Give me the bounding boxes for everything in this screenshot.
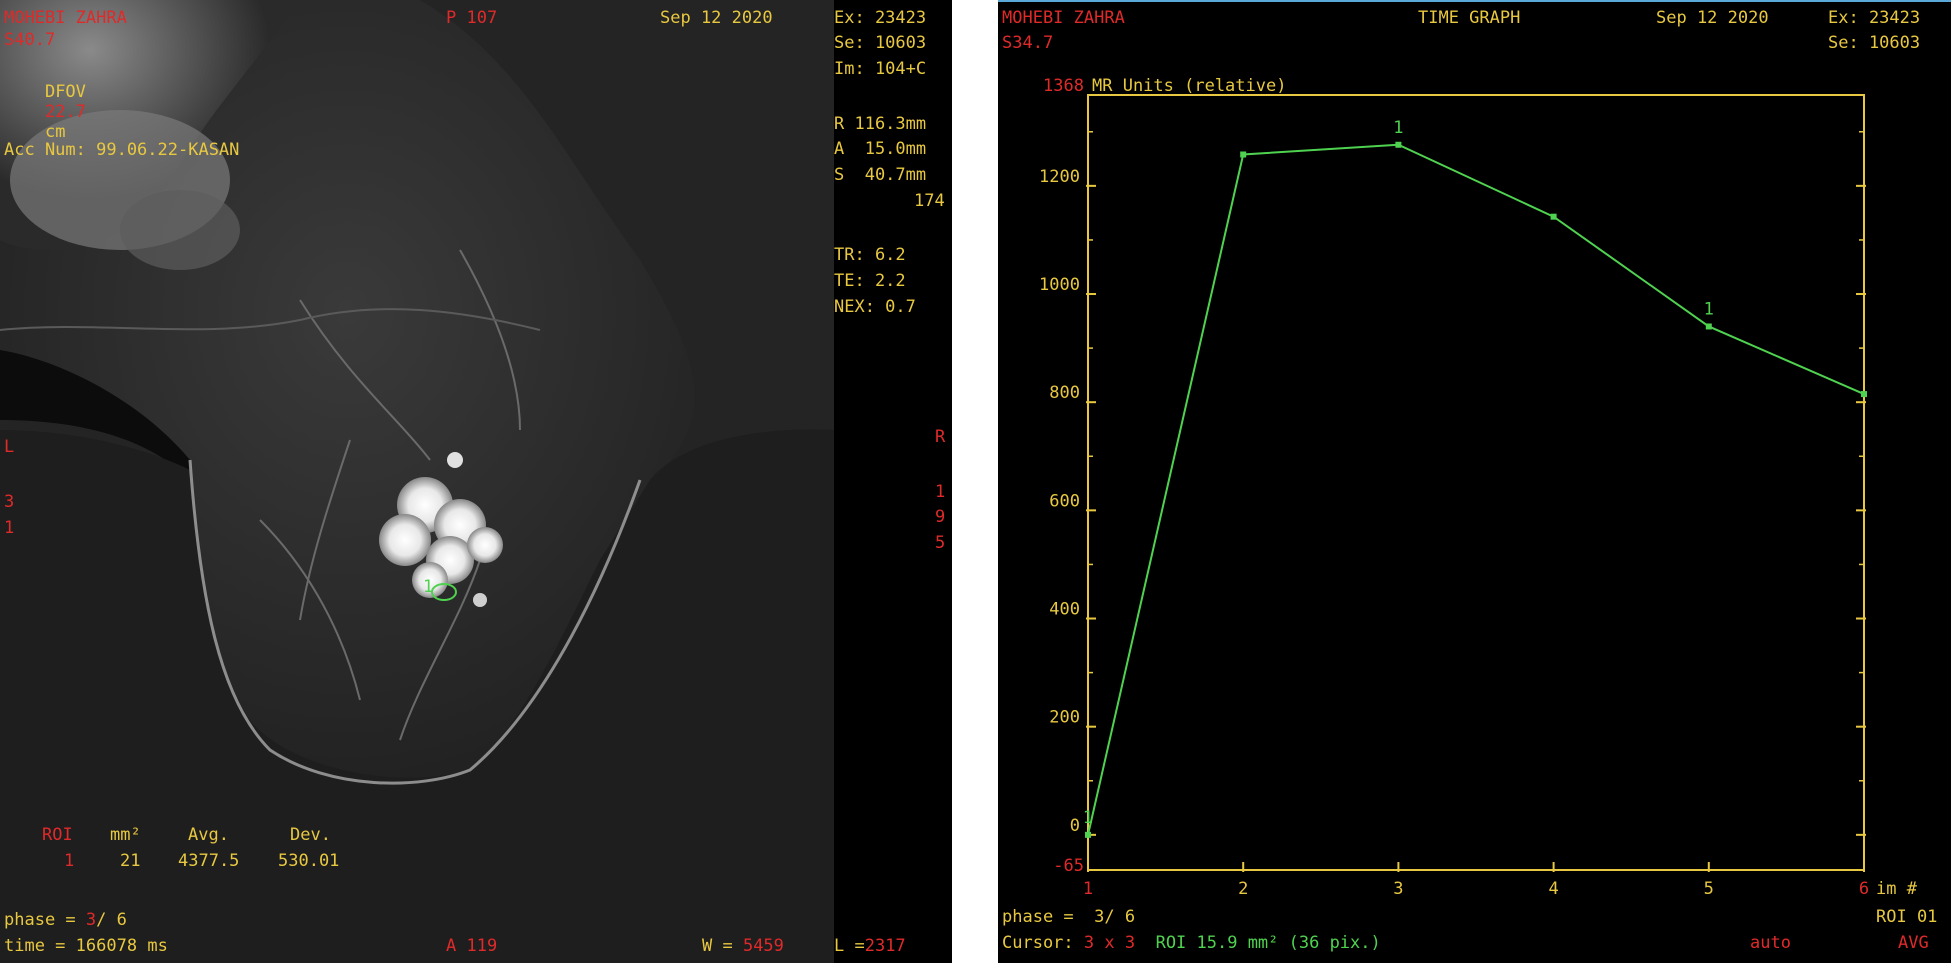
level-readout: L =2317 xyxy=(834,936,906,956)
orientation-left: L xyxy=(4,437,15,457)
data-point-6 xyxy=(1861,391,1867,398)
x-axis-label: im # xyxy=(1876,879,1918,899)
roi-header-avg: Avg. xyxy=(188,825,229,845)
roi-row-dev: 530.01 xyxy=(278,851,340,871)
time-intensity-chart[interactable]: 0 200 400 600 800 1000 1200 1 2 3 4 5 6 im # 1368 MR Un… xyxy=(998,0,1951,963)
y-min-label: -65 xyxy=(1053,856,1084,876)
graph-phase-readout: phase = 3/ 6 xyxy=(1002,907,1136,927)
y-tick-label-3: 600 xyxy=(1049,491,1080,511)
accession-number: Acc Num: 99.06.22-KASAN xyxy=(4,140,240,160)
y-tick-label-4: 800 xyxy=(1049,383,1080,403)
left-number-0: 3 xyxy=(4,492,15,512)
auto-label: auto xyxy=(1750,933,1791,953)
dfov-value: 22.7 xyxy=(44,102,86,122)
window-readout: W = 5459 xyxy=(702,936,784,956)
bottom-a-position: A 119 xyxy=(446,936,498,956)
cursor-label: Cursor: xyxy=(1002,933,1074,953)
roi-row-area: 21 xyxy=(120,851,141,871)
phase-label: phase = xyxy=(4,910,86,930)
time-label: time = xyxy=(4,936,76,956)
s-position: S 40.7mm xyxy=(834,165,927,185)
time-graph-panel: MOHEBI ZAHRA S34.7 TIME GRAPH Sep 12 202… xyxy=(998,0,1951,963)
roi-row-id: 1 xyxy=(64,851,75,871)
data-point-4 xyxy=(1550,213,1557,220)
time-value: 166078 xyxy=(75,936,138,956)
series-number: Se: 10603 xyxy=(834,33,927,53)
roi-marker-label: 1 xyxy=(423,577,434,597)
roi-info: ROI 15.9 mm² (36 pix.) xyxy=(1155,933,1381,953)
y-tick-label-6: 1200 xyxy=(1039,167,1080,187)
cursor-readout: Cursor: 3 x 3 ROI 15.9 mm² (36 pix.) xyxy=(1002,933,1381,953)
x-tick-label-1: 2 xyxy=(1238,879,1248,899)
y-tick-label-0: 0 xyxy=(1070,816,1080,836)
data-point-3 xyxy=(1395,141,1402,148)
point-marker-label-0: 1 xyxy=(1083,808,1093,828)
roi-row-avg: 4377.5 xyxy=(178,851,240,871)
right-number-0: 1 xyxy=(935,482,946,502)
x-tick-label-3: 4 xyxy=(1548,879,1558,899)
time-readout: time = 166078 ms xyxy=(4,936,168,956)
panel-gap xyxy=(952,0,998,963)
study-date: Sep 12 2020 xyxy=(660,8,773,28)
series-line-0 xyxy=(1087,143,1865,836)
x-tick-label-2: 3 xyxy=(1393,879,1403,899)
dfov-unit: cm xyxy=(44,122,66,142)
x-tick-label-0: 1 xyxy=(1083,879,1093,899)
level-label: L = xyxy=(834,936,865,956)
mri-viewer-panel[interactable]: MOHEBI ZAHRA S40.7 DFOV 22.7 cm Acc Num:… xyxy=(0,0,952,963)
te-value: TE: 2.2 xyxy=(834,271,906,291)
right-number-2: 5 xyxy=(935,533,946,553)
left-number-1: 1 xyxy=(4,518,15,538)
window-label: W = xyxy=(702,936,743,956)
tr-value: TR: 6.2 xyxy=(834,245,906,265)
point-marker-label-1: 1 xyxy=(1393,118,1403,138)
nex-value: NEX: 0.7 xyxy=(834,297,916,317)
y-tick-label-1: 200 xyxy=(1049,708,1080,728)
x-tick-label-4: 5 xyxy=(1704,879,1714,899)
phase-current: 3 xyxy=(85,910,97,930)
y-axis-label: MR Units (relative) xyxy=(1092,76,1286,96)
data-point-5 xyxy=(1705,323,1712,330)
level-value: 2317 xyxy=(864,936,906,956)
phase-readout: phase = 3/ 6 xyxy=(4,910,127,930)
data-point-2 xyxy=(1240,151,1247,158)
exam-number: Ex: 23423 xyxy=(834,8,927,28)
time-unit: ms xyxy=(147,936,168,956)
dfov-label: DFOV xyxy=(44,82,86,102)
roi-header-area: mm² xyxy=(110,825,141,845)
r-position: R 116.3mm xyxy=(834,114,927,134)
patient-name: MOHEBI ZAHRA xyxy=(4,8,127,28)
plot-frame xyxy=(1087,94,1865,871)
image-number: Im: 104+C xyxy=(834,59,927,79)
data-point-1 xyxy=(1085,831,1091,838)
phase-total: / 6 xyxy=(96,910,127,930)
avg-label: AVG xyxy=(1898,933,1929,953)
right-number-1: 9 xyxy=(935,507,946,527)
slice-count: 174 xyxy=(914,191,945,211)
y-tick-label-2: 400 xyxy=(1049,600,1080,620)
roi-header-dev: Dev. xyxy=(290,825,331,845)
slice-position-center: P 107 xyxy=(446,8,498,28)
a-position: A 15.0mm xyxy=(834,139,927,159)
x-tick-label-5: 6 xyxy=(1859,879,1869,899)
roi-id: ROI 01 xyxy=(1876,907,1938,927)
roi-header-roi: ROI xyxy=(42,825,73,845)
window-value: 5459 xyxy=(742,936,784,956)
slice-position: S40.7 xyxy=(4,30,56,50)
y-max-label: 1368 xyxy=(1043,76,1084,96)
cursor-size: 3 x 3 xyxy=(1083,933,1136,953)
orientation-right: R xyxy=(935,427,946,447)
point-marker-label-2: 1 xyxy=(1704,299,1714,319)
y-tick-label-5: 1000 xyxy=(1039,275,1080,295)
